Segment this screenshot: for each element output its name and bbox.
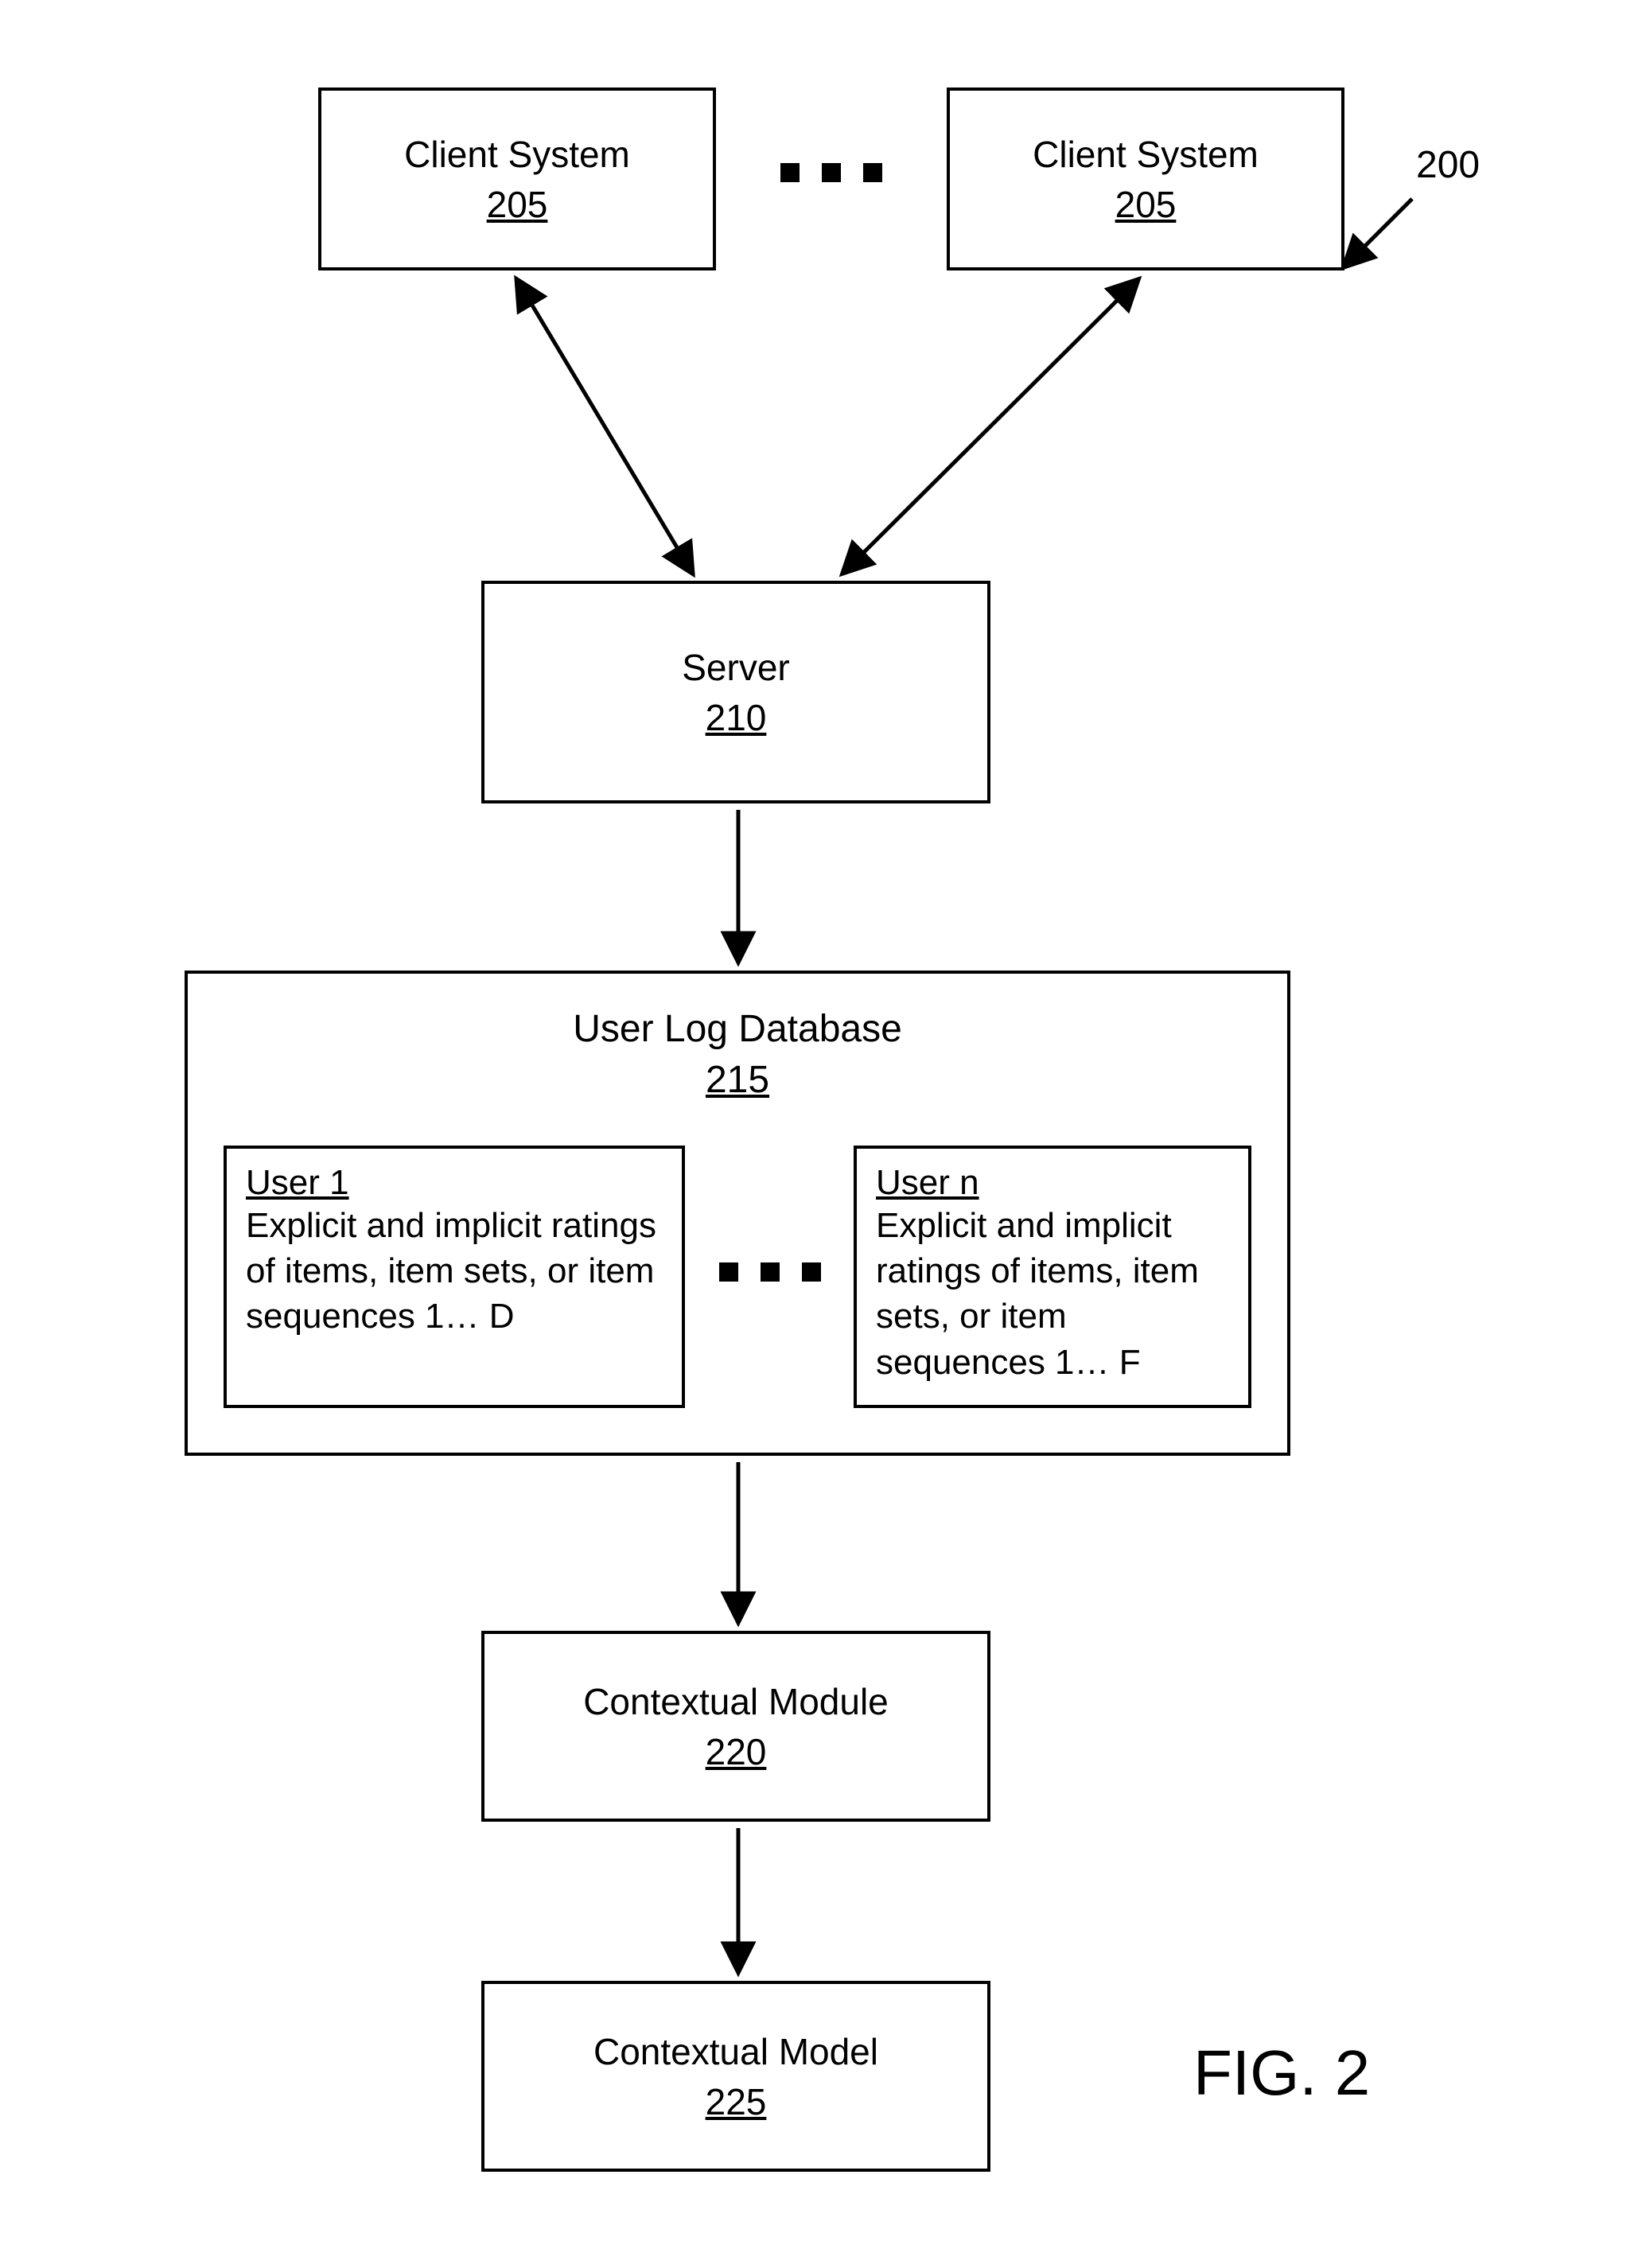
block-title: Contextual Model — [593, 2029, 878, 2075]
arrow-client-b-server — [843, 280, 1138, 573]
db-header: User Log Database 215 — [188, 974, 1287, 1102]
block-ref: 220 — [706, 1730, 767, 1773]
block-ref: 215 — [188, 1058, 1287, 1102]
block-ref: 205 — [1115, 183, 1177, 226]
block-title: Server — [682, 645, 789, 691]
block-user-n: User n Explicit and implicit ratings of … — [854, 1146, 1251, 1408]
block-user-1: User 1 Explicit and implicit ratings of … — [224, 1146, 685, 1408]
block-ref: 205 — [487, 183, 548, 226]
ellipsis-icon — [772, 163, 891, 182]
block-title: Client System — [1033, 132, 1259, 178]
block-ref: 210 — [706, 696, 767, 739]
user-title: User n — [876, 1163, 1229, 1203]
block-title: User Log Database — [188, 1006, 1287, 1053]
diagram-canvas: 200 Client System 205 Client System 205 … — [0, 0, 1642, 2268]
arrow-ref-200 — [1344, 199, 1412, 266]
figure-ref-200: 200 — [1416, 143, 1480, 187]
block-title: Client System — [404, 132, 630, 178]
block-contextual-model: Contextual Model 225 — [481, 1981, 990, 2172]
block-ref: 225 — [706, 2080, 767, 2123]
block-client-system-b: Client System 205 — [947, 88, 1344, 270]
user-desc: Explicit and implicit ratings of items, … — [246, 1203, 663, 1340]
block-contextual-module: Contextual Module 220 — [481, 1631, 990, 1822]
block-title: Contextual Module — [583, 1679, 889, 1725]
block-client-system-a: Client System 205 — [318, 88, 716, 270]
ellipsis-icon — [710, 1262, 830, 1282]
arrow-client-a-server — [517, 280, 692, 573]
figure-label: FIG. 2 — [1193, 2037, 1370, 2110]
user-title: User 1 — [246, 1163, 663, 1203]
block-server: Server 210 — [481, 581, 990, 803]
user-desc: Explicit and implicit ratings of items, … — [876, 1203, 1229, 1385]
